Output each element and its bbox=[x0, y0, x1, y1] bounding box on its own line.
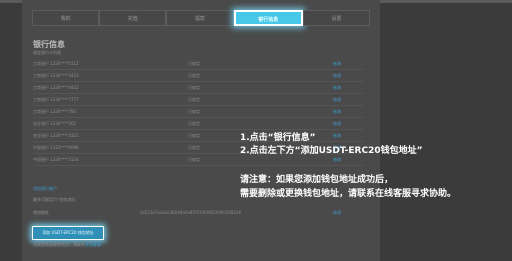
notice-line-2: 需要删除或更换钱包地址，请联系在线客服寻求协助。 bbox=[240, 189, 457, 199]
notice-line-1: 请注意：如果您添加钱包地址成功后， bbox=[240, 175, 394, 185]
bank-status: 已绑定 bbox=[188, 85, 200, 90]
wallet-address: 0x023e7ada3c3b049a0a9f7074f40f23f40c5982… bbox=[140, 210, 241, 215]
customer-service-link[interactable]: 在线客服 bbox=[85, 242, 101, 247]
edit-link[interactable]: 修改 bbox=[333, 106, 341, 117]
bank-name: 中国银行 1234****3134 bbox=[33, 157, 79, 162]
footnote: 如需更换或删除钱包，请联系在线客服 bbox=[33, 242, 101, 248]
add-usdt-wallet-button[interactable]: 添加 USDT-ERC20 钱包地址 bbox=[32, 226, 104, 240]
bank-name: 工商银行 1234****7777 bbox=[33, 97, 79, 102]
bank-status: 已绑定 bbox=[188, 61, 200, 66]
bank-name: 工商银行 1234****0432 bbox=[33, 85, 79, 90]
bank-name: 农业银行 1234****4321 bbox=[33, 133, 79, 138]
tab-account[interactable]: 我的 bbox=[32, 10, 100, 26]
add-bank-link[interactable]: 添加银行账户 bbox=[33, 186, 57, 192]
bank-row: 工商银行 1234****0112 已绑定 修改 bbox=[33, 58, 363, 70]
footnote-text: 如需更换或删除钱包，请联系 bbox=[33, 242, 85, 247]
instruction-step-1: 1.点击“银行信息” bbox=[240, 133, 316, 143]
bank-name: 工商银行 1234****0112 bbox=[33, 61, 79, 66]
bank-row: 工商银行 1234****3423 已绑定 修改 bbox=[33, 70, 363, 82]
bank-name: 工商银行 1234****3423 bbox=[33, 73, 79, 78]
bank-status: 已绑定 bbox=[188, 121, 200, 126]
tab-bank-info[interactable]: 银行信息 bbox=[233, 10, 303, 26]
edit-link[interactable]: 修改 bbox=[333, 58, 341, 69]
tab-settings[interactable]: 设置 bbox=[302, 10, 371, 26]
edit-link[interactable]: 修改 bbox=[333, 94, 341, 105]
edit-link[interactable]: 修改 bbox=[333, 118, 341, 129]
bank-status: 已绑定 bbox=[188, 97, 200, 102]
section-subtitle: 绑定银行卡列表 bbox=[33, 50, 61, 55]
tab-bar: 我的 充值 提款 银行信息 设置 bbox=[32, 10, 371, 26]
bank-status: 已绑定 bbox=[188, 133, 200, 138]
notice-text: 请注意：如果您添加钱包地址成功后， 需要删除或更换钱包地址，请联系在线客服寻求协助… bbox=[240, 173, 456, 201]
section-title: 银行信息 bbox=[33, 40, 65, 49]
bank-name: 工商银行 1234****780 bbox=[33, 109, 77, 114]
bank-status: 已绑定 bbox=[188, 157, 200, 162]
tab-withdraw[interactable]: 提款 bbox=[166, 10, 234, 26]
bank-row: 工商银行 1234****7777 已绑定 修改 bbox=[33, 94, 363, 106]
edit-link[interactable]: 修改 bbox=[333, 70, 341, 81]
bank-row: 工商银行 1234****780 已绑定 修改 bbox=[33, 106, 363, 118]
bank-status: 已绑定 bbox=[188, 109, 200, 114]
bank-name: 农业银行 1234****362 bbox=[33, 121, 77, 126]
bank-row: 工商银行 1234****0432 已绑定 修改 bbox=[33, 82, 363, 94]
edit-link[interactable]: 修改 bbox=[333, 82, 341, 93]
bank-name: 中国银行 1123****6098 bbox=[33, 145, 79, 150]
tab-deposit[interactable]: 充值 bbox=[99, 10, 167, 26]
instruction-step-2: 2.点击左下方“添加USDT-ERC20钱包地址” bbox=[240, 146, 423, 156]
instruction-text: 1.点击“银行信息” 2.点击左下方“添加USDT-ERC20钱包地址” bbox=[240, 132, 423, 158]
wallet-edit-link[interactable]: 修改 bbox=[333, 210, 341, 216]
wallet-note: 最多可绑定5个钱包地址 bbox=[33, 197, 76, 202]
bank-row: 农业银行 1234****362 已绑定 修改 bbox=[33, 118, 363, 130]
wallet-label: 钱包地址 bbox=[33, 210, 49, 215]
bank-status: 已绑定 bbox=[188, 73, 200, 78]
bank-status: 已绑定 bbox=[188, 145, 200, 150]
